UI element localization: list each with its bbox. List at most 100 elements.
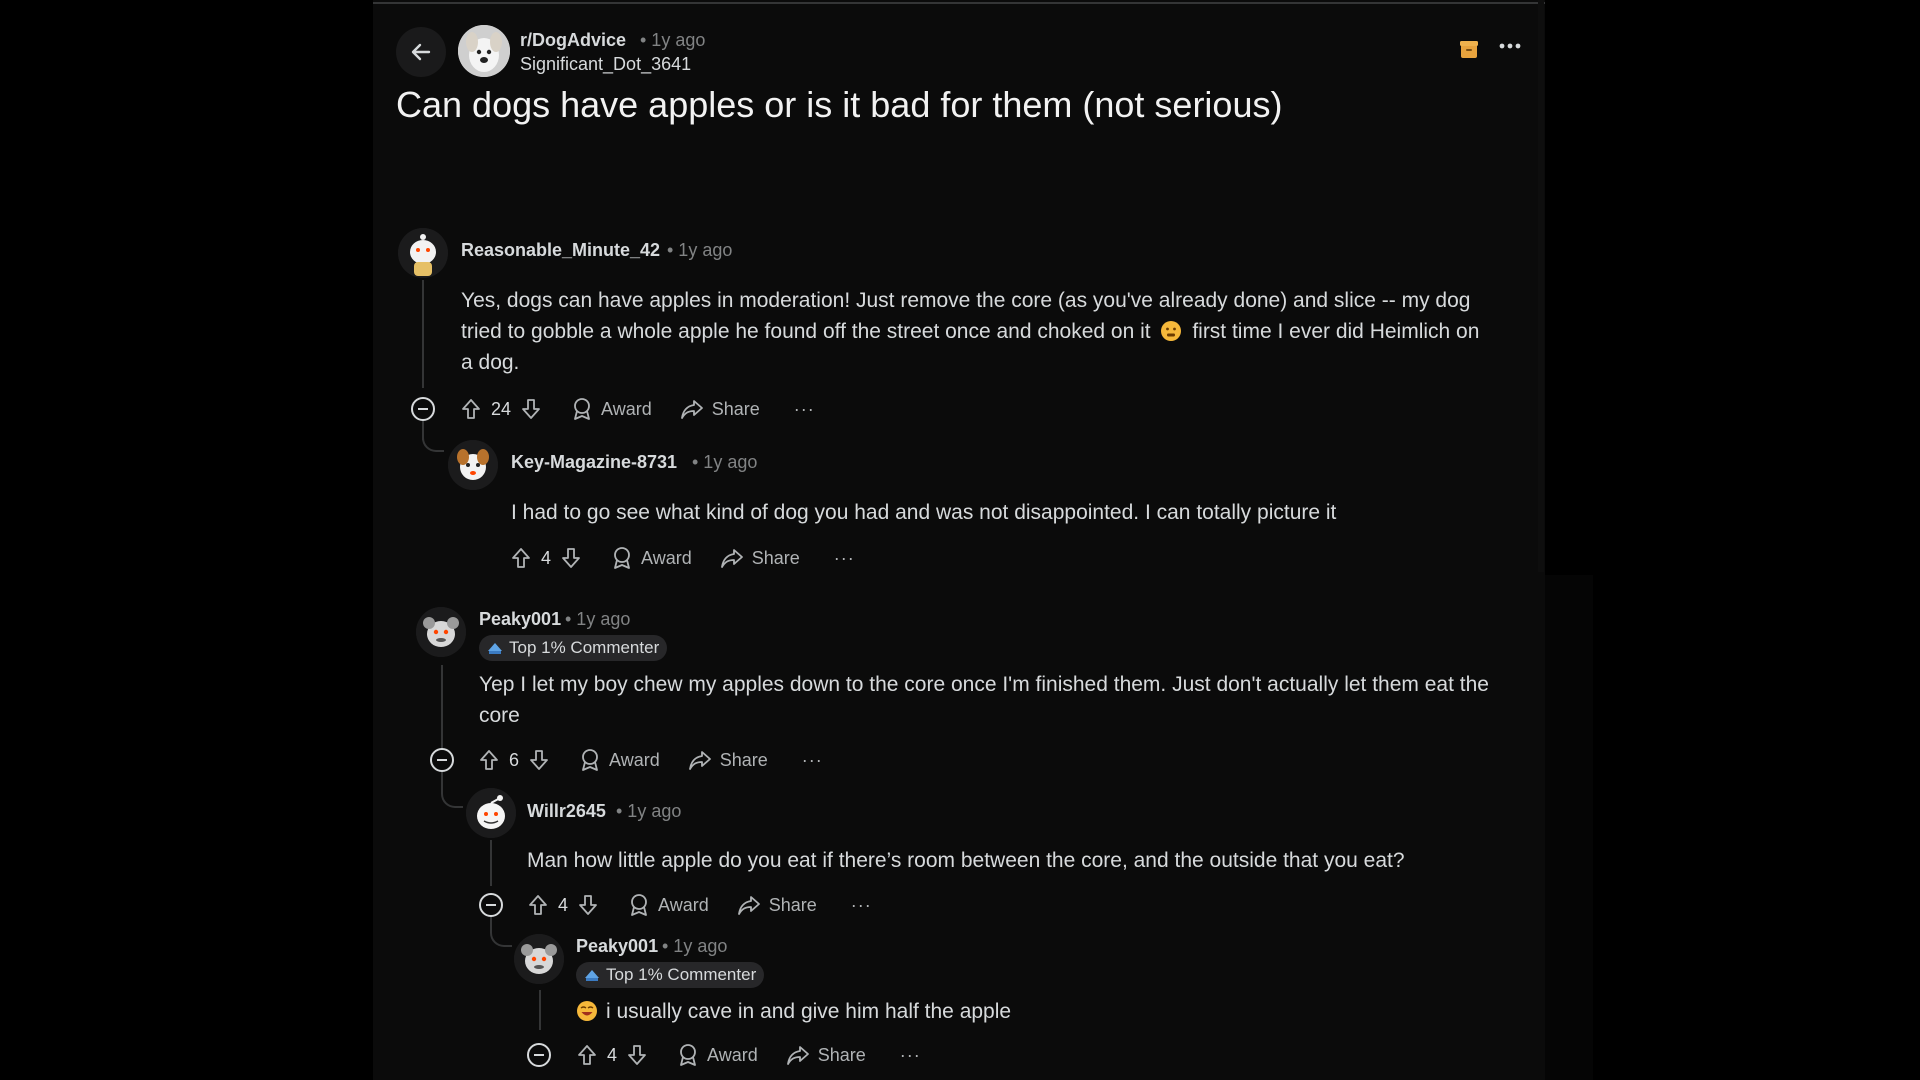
vote-score: 4 — [607, 1044, 618, 1065]
downvote-icon — [522, 399, 540, 419]
panel-divider — [373, 2, 1545, 4]
share-button[interactable]: Share — [737, 894, 817, 916]
award-button[interactable]: Award — [677, 1043, 758, 1067]
subreddit-name[interactable]: r/DogAdvice — [520, 30, 626, 51]
share-icon — [688, 751, 711, 770]
upvote-button[interactable] — [459, 397, 483, 421]
collapse-thread-button[interactable] — [527, 1043, 551, 1067]
award-icon — [614, 547, 630, 569]
subreddit-avatar[interactable] — [458, 25, 510, 77]
avatar[interactable] — [466, 788, 516, 838]
upvote-icon — [480, 750, 498, 770]
post-timestamp: • 1y ago — [640, 30, 706, 50]
thread-line — [490, 840, 492, 886]
comment-body: i usually cave in and give him half the … — [576, 996, 1476, 1027]
upvote-button[interactable] — [477, 748, 501, 772]
vote-score: 4 — [541, 547, 552, 568]
downvote-button[interactable] — [625, 1043, 649, 1067]
more-options-button[interactable] — [1495, 36, 1525, 62]
arrow-left-icon — [411, 43, 431, 61]
upvote-button[interactable] — [575, 1043, 599, 1067]
comment-actions: 4 Award Share ··· — [575, 1040, 921, 1070]
award-icon — [574, 398, 590, 420]
comment-timestamp: • 1y ago — [662, 936, 728, 956]
avatar[interactable] — [398, 228, 448, 278]
comment-timestamp: • 1y ago — [692, 452, 758, 472]
vote-score: 24 — [491, 398, 512, 419]
award-icon — [631, 894, 647, 916]
vote-score: 4 — [558, 894, 569, 915]
comment-actions: 4 Award Share ··· — [509, 543, 855, 573]
comment-body: Man how little apple do you eat if there… — [527, 849, 1405, 872]
share-icon — [786, 1046, 809, 1065]
back-button[interactable] — [396, 27, 446, 77]
avatar[interactable] — [448, 440, 498, 490]
downvote-icon — [530, 750, 548, 770]
comment-more-button[interactable]: ··· — [834, 548, 855, 569]
vote-score: 6 — [509, 749, 520, 770]
user-flair: Top 1% Commenter — [576, 962, 765, 988]
thread-line — [422, 280, 424, 388]
award-icon — [680, 1044, 696, 1066]
comment-more-button[interactable]: ··· — [794, 399, 815, 420]
comment-more-button[interactable]: ··· — [851, 895, 872, 916]
award-button[interactable]: Award — [628, 893, 709, 917]
share-icon — [680, 400, 703, 419]
collapse-thread-button[interactable] — [411, 397, 435, 421]
upvote-icon — [529, 895, 547, 915]
post-author[interactable]: Significant_Dot_3641 — [520, 54, 691, 75]
post-title: Can dogs have apples or is it bad for th… — [396, 84, 1283, 125]
share-button[interactable]: Share — [786, 1044, 866, 1066]
more-dots-icon — [1499, 43, 1521, 49]
downvote-icon — [628, 1045, 646, 1065]
comment-actions: 24 Award Share ··· — [459, 394, 815, 424]
downvote-icon — [579, 895, 597, 915]
share-icon — [720, 549, 743, 568]
thread-line — [441, 665, 443, 755]
flair-icon — [585, 970, 599, 981]
page-edge — [1545, 575, 1593, 1080]
downvote-button[interactable] — [576, 893, 600, 917]
comment-username[interactable]: Key-Magazine-8731 — [511, 452, 677, 473]
upvote-icon — [578, 1045, 596, 1065]
thread-line — [539, 990, 541, 1030]
comment-username[interactable]: Reasonable_Minute_42 — [461, 240, 660, 261]
share-button[interactable]: Share — [680, 398, 760, 420]
comment-more-button[interactable]: ··· — [802, 750, 823, 771]
comment-timestamp: • 1y ago — [565, 609, 631, 629]
comment-username[interactable]: Willr2645 — [527, 801, 606, 822]
flair-icon — [488, 643, 502, 654]
share-button[interactable]: Share — [720, 547, 800, 569]
avatar[interactable] — [514, 934, 564, 984]
comment-actions: 4 Award Share ··· — [526, 890, 872, 920]
avatar[interactable] — [416, 607, 466, 657]
comment-more-button[interactable]: ··· — [900, 1045, 921, 1066]
award-button[interactable]: Award — [571, 397, 652, 421]
comment-body: Yep I let my boy chew my apples down to … — [479, 673, 1489, 727]
comment-body: Yes, dogs can have apples in moderation!… — [461, 289, 1480, 374]
comment-actions: 6 Award Share ··· — [477, 745, 823, 775]
upvote-button[interactable] — [509, 546, 533, 570]
user-flair: Top 1% Commenter — [479, 635, 668, 661]
share-icon — [737, 896, 760, 915]
upvote-button[interactable] — [526, 893, 550, 917]
emoji-icon — [1160, 320, 1182, 342]
award-icon — [582, 749, 598, 771]
downvote-button[interactable] — [559, 546, 583, 570]
upvote-icon — [512, 548, 530, 568]
comment-body: I had to go see what kind of dog you had… — [511, 501, 1337, 524]
downvote-button[interactable] — [527, 748, 551, 772]
comment-username[interactable]: Peaky001 — [576, 936, 658, 957]
comment-username[interactable]: Peaky001 — [479, 609, 561, 630]
comment-timestamp: • 1y ago — [616, 801, 682, 821]
downvote-button[interactable] — [519, 397, 543, 421]
downvote-icon — [562, 548, 580, 568]
archive-icon — [1458, 39, 1480, 61]
collapse-thread-button[interactable] — [479, 893, 503, 917]
share-button[interactable]: Share — [688, 749, 768, 771]
collapse-thread-button[interactable] — [430, 748, 454, 772]
award-button[interactable]: Award — [611, 546, 692, 570]
emoji-icon — [576, 1000, 598, 1022]
award-button[interactable]: Award — [579, 748, 660, 772]
comment-timestamp: • 1y ago — [667, 240, 733, 260]
